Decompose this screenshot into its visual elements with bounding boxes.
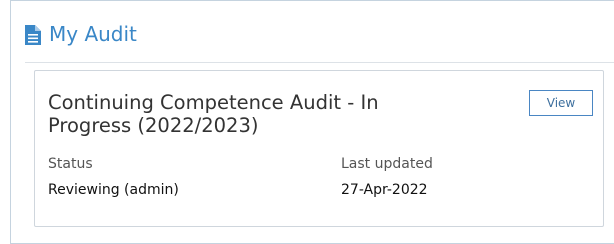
audit-title: Continuing Competence Audit - In Progres… [48, 91, 379, 137]
panel-title: My Audit [49, 22, 137, 46]
my-audit-panel: My Audit Continuing Competence Audit - I… [10, 0, 614, 244]
panel-header: My Audit [11, 1, 614, 63]
document-icon [25, 25, 41, 45]
header-divider [25, 62, 614, 63]
audit-card: Continuing Competence Audit - In Progres… [34, 70, 604, 227]
status-label: Status [48, 156, 93, 172]
view-button[interactable]: View [529, 90, 593, 116]
status-value: Reviewing (admin) [48, 182, 179, 198]
last-updated-label: Last updated [341, 156, 433, 172]
last-updated-value: 27-Apr-2022 [341, 182, 428, 198]
